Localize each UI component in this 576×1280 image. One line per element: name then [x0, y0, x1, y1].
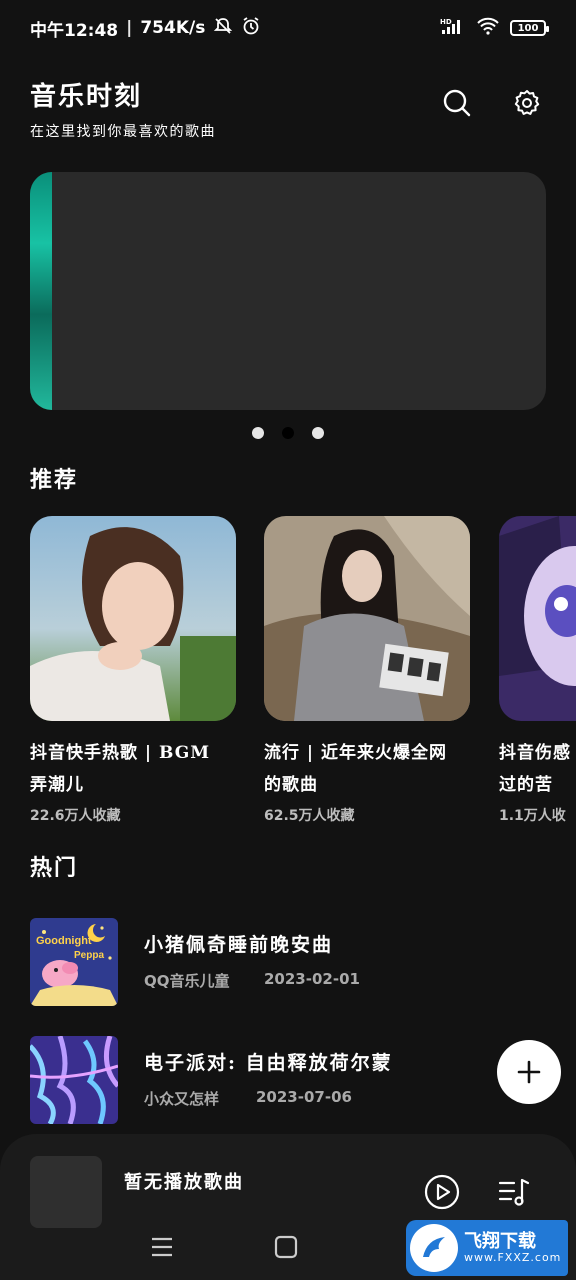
recommend-title-cont: 过的苦 [499, 775, 553, 795]
watermark-url: www.FXXZ.com [464, 1250, 562, 1264]
player-song-title: 暂无播放歌曲 [124, 1172, 244, 1193]
hot-song-title: 电子派对: 自由释放荷尔蒙 [144, 1052, 393, 1074]
section-title-recommend: 推荐 [30, 467, 79, 493]
play-button[interactable] [422, 1172, 462, 1212]
recommend-cover[interactable] [30, 516, 236, 721]
hot-song-title: 小猪佩奇睡前晚安曲 [144, 934, 334, 956]
recommend-title: 流行 | 近年来火爆全网 [264, 743, 448, 763]
app-subtitle: 在这里找到你最喜欢的歌曲 [30, 124, 216, 140]
recommend-favorites: 22.6万人收藏 [30, 808, 121, 824]
watermark-title: 飞翔下载 [464, 1231, 536, 1253]
menu-nav-button[interactable] [147, 1232, 177, 1262]
hot-list-item[interactable]: 电子派对: 自由释放荷尔蒙 小众又怎样 2023-07-06 [30, 1036, 546, 1124]
banner-image-edge [30, 172, 52, 410]
recommend-cover[interactable] [264, 516, 470, 721]
playlist-button[interactable] [494, 1172, 534, 1212]
watermark: 飞翔下载 www.FXXZ.com [406, 1220, 568, 1276]
recommend-favorites: 1.1万人收 [499, 808, 566, 824]
recommend-card[interactable]: 流行 | 近年来火爆全网 的歌曲 62.5万人收藏 [264, 516, 470, 825]
recommend-title: 抖音快手热歌 | BGM [30, 743, 211, 763]
status-speed: 754K/s [140, 18, 206, 38]
hot-song-date: 2023-07-06 [256, 1088, 352, 1106]
recommend-card[interactable]: 抖音伤感 过的苦 1.1万人收 [499, 516, 576, 825]
home-nav-button[interactable] [271, 1232, 301, 1262]
status-time: 中午12:48 [30, 20, 119, 41]
home-icon [274, 1235, 298, 1259]
hot-cover[interactable] [30, 1036, 118, 1124]
hot-song-artist: 小众又怎样 [144, 1090, 220, 1108]
recommend-cover[interactable] [499, 516, 576, 721]
banner-carousel[interactable] [30, 172, 546, 410]
recommend-list[interactable]: 抖音快手热歌 | BGM 弄潮儿 22.6万人收藏 流行 | 近年来火爆全网 的… [30, 516, 576, 836]
svg-text:Goodnight: Goodnight [36, 935, 92, 947]
settings-button[interactable] [510, 86, 544, 120]
svg-text:HD: HD [440, 18, 452, 26]
search-button[interactable] [440, 86, 474, 120]
playlist-icon [498, 1178, 530, 1206]
hot-song-date: 2023-02-01 [264, 970, 360, 988]
mute-icon [213, 16, 233, 41]
wifi-icon [476, 17, 500, 40]
recommend-favorites: 62.5万人收藏 [264, 808, 355, 824]
battery-icon: 100 [510, 20, 549, 36]
carousel-dot[interactable] [252, 427, 264, 439]
hot-song-artist: QQ音乐儿童 [144, 972, 230, 990]
page-header: 音乐时刻 在这里找到你最喜欢的歌曲 [30, 76, 546, 146]
recommend-title: 抖音伤感 [499, 743, 571, 763]
carousel-indicator [252, 427, 324, 439]
add-button[interactable] [497, 1040, 561, 1104]
search-icon [443, 89, 471, 117]
status-bar: 中午12:48 | 754K/s HD 100 [0, 0, 576, 56]
plus-icon [517, 1060, 541, 1084]
section-title-hot: 热门 [30, 855, 79, 881]
recommend-title-cont: 弄潮儿 [30, 775, 84, 795]
play-icon [424, 1174, 460, 1210]
watermark-logo-icon [410, 1224, 458, 1272]
svg-text:Peppa: Peppa [74, 950, 104, 961]
hot-cover[interactable]: Goodnight Peppa [30, 918, 118, 1006]
recommend-title-cont: 的歌曲 [264, 775, 318, 795]
alarm-icon [241, 16, 261, 41]
hot-list-item[interactable]: Goodnight Peppa 小猪佩奇睡前晚安曲 QQ音乐儿童 2023-02… [30, 918, 546, 1006]
player-cover[interactable] [30, 1156, 102, 1228]
menu-icon [152, 1237, 172, 1257]
carousel-dot-active[interactable] [282, 427, 294, 439]
recommend-card[interactable]: 抖音快手热歌 | BGM 弄潮儿 22.6万人收藏 [30, 516, 236, 825]
gear-icon [514, 90, 540, 115]
signal-icon: HD [440, 17, 466, 40]
carousel-dot[interactable] [312, 427, 324, 439]
